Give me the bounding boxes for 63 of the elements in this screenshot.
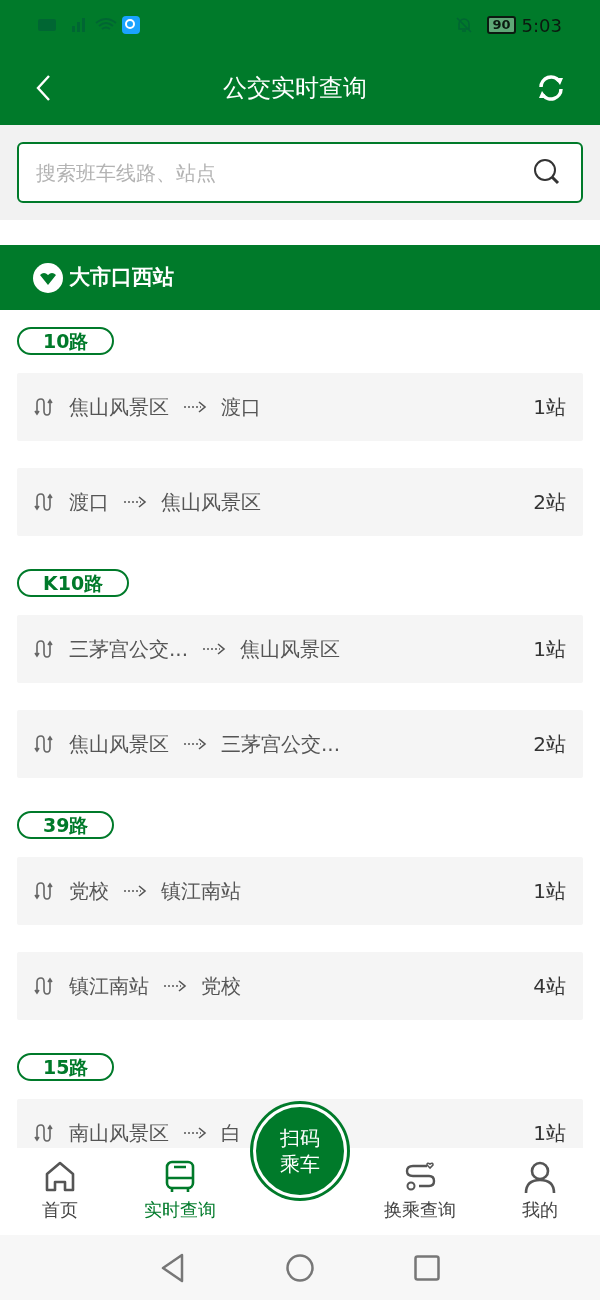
home-icon bbox=[43, 1160, 77, 1194]
arrow-icon bbox=[123, 885, 147, 897]
station-name: 大市口西站 bbox=[69, 263, 174, 291]
route-row[interactable]: 党校 镇江南站 1站 bbox=[17, 857, 583, 925]
swap-icon bbox=[34, 976, 54, 996]
origin-stop: 三茅宫公交... bbox=[69, 636, 189, 663]
stop-count: 1站 bbox=[533, 394, 566, 421]
arrow-icon bbox=[183, 738, 207, 750]
destination-stop: 渡口 bbox=[221, 394, 261, 421]
route-row[interactable]: 焦山风景区 渡口 1站 bbox=[17, 373, 583, 441]
arrow-icon bbox=[183, 1127, 207, 1139]
stop-count: 2站 bbox=[533, 731, 566, 758]
route-badge: K10路 bbox=[17, 569, 130, 597]
nav-tab[interactable]: 首页 bbox=[0, 1160, 120, 1223]
stop-count: 4站 bbox=[533, 973, 566, 1000]
home-nav-icon[interactable] bbox=[286, 1253, 314, 1282]
route-row[interactable]: 渡口 焦山风景区 2站 bbox=[17, 468, 583, 536]
recents-nav-icon[interactable] bbox=[414, 1254, 440, 1281]
page-title: 公交实时查询 bbox=[223, 72, 367, 104]
stop-count: 1站 bbox=[533, 636, 566, 663]
destination-stop: 焦山风景区 bbox=[240, 636, 341, 663]
arrow-icon bbox=[183, 401, 207, 413]
stop-count: 1站 bbox=[533, 878, 566, 905]
bus-icon bbox=[163, 1160, 197, 1194]
origin-stop: 焦山风景区 bbox=[69, 731, 169, 758]
swap-icon bbox=[34, 639, 54, 659]
arrow-icon bbox=[163, 980, 187, 992]
swap-icon bbox=[34, 397, 54, 417]
destination-stop: 焦山风景区 bbox=[161, 489, 261, 516]
route-badge: 15路 bbox=[17, 1053, 115, 1081]
route-row[interactable]: 焦山风景区 三茅宫公交... 2站 bbox=[17, 710, 583, 778]
nav-tab[interactable]: 实时查询 bbox=[120, 1160, 240, 1223]
nav-tab[interactable]: 换乘查询 bbox=[360, 1160, 480, 1223]
route-row[interactable]: 镇江南站 党校 4站 bbox=[17, 952, 583, 1020]
route-badge: 39路 bbox=[17, 811, 115, 839]
stop-count: 2站 bbox=[533, 489, 566, 516]
origin-stop: 渡口 bbox=[69, 489, 109, 516]
nav-tab[interactable]: 我的 bbox=[480, 1160, 600, 1223]
arrow-icon bbox=[202, 643, 227, 655]
stop-count: 1站 bbox=[533, 1120, 566, 1147]
clock-time: 5:03 bbox=[521, 13, 562, 38]
route-badge: 10路 bbox=[17, 327, 115, 355]
destination-stop: 三茅宫公交... bbox=[221, 731, 341, 758]
origin-stop: 焦山风景区 bbox=[69, 394, 169, 421]
destination-stop: 党校 bbox=[201, 973, 241, 1000]
destination-stop: 镇江南站 bbox=[161, 878, 241, 905]
signal-icon bbox=[38, 15, 140, 35]
swap-icon bbox=[34, 1123, 54, 1143]
origin-stop: 镇江南站 bbox=[69, 973, 149, 1000]
route-row[interactable]: 三茅宫公交... 焦山风景区 1站 bbox=[17, 615, 583, 683]
swap-icon bbox=[34, 492, 54, 512]
person-icon bbox=[523, 1160, 557, 1194]
arrow-icon bbox=[123, 496, 147, 508]
destination-stop: 白 bbox=[221, 1120, 241, 1147]
search-field[interactable]: 搜索班车线路、站点 bbox=[17, 142, 583, 203]
battery-level: 90 bbox=[487, 16, 516, 34]
back-nav-icon[interactable] bbox=[160, 1252, 186, 1283]
origin-stop: 南山风景区 bbox=[69, 1120, 169, 1147]
swap-icon bbox=[34, 734, 54, 754]
swap-icon bbox=[34, 881, 54, 901]
refresh-icon[interactable] bbox=[536, 72, 566, 103]
origin-stop: 党校 bbox=[69, 878, 109, 905]
search-icon[interactable] bbox=[533, 158, 561, 186]
